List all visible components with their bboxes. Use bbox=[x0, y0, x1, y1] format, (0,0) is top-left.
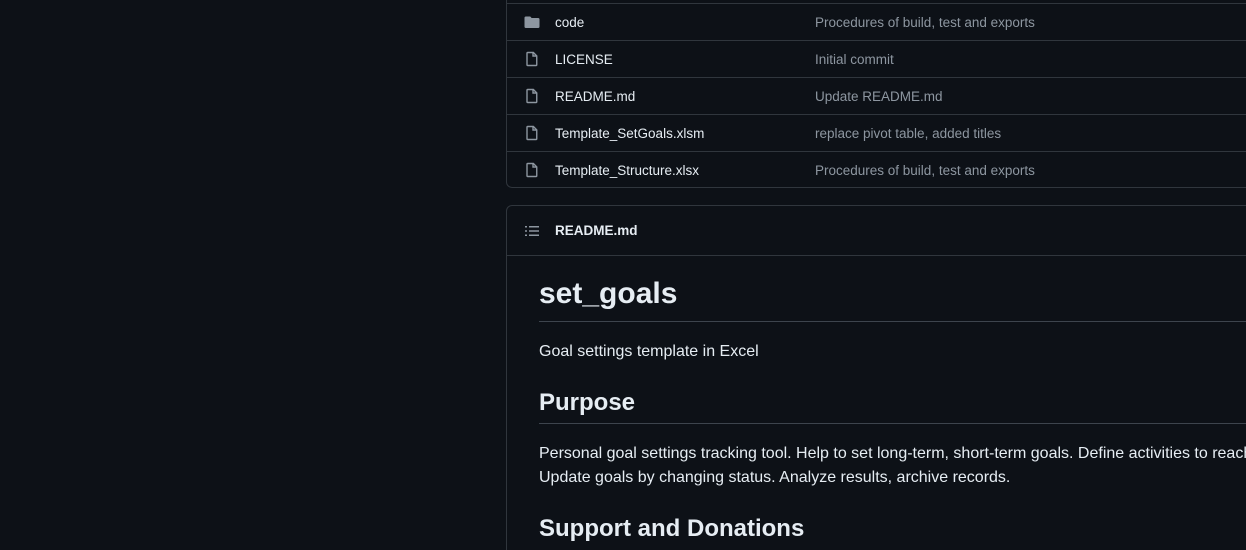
folder-icon bbox=[524, 14, 540, 30]
purpose-text-line2: Update goals by changing status. Analyze… bbox=[539, 469, 1011, 486]
page: code Procedures of build, test and expor… bbox=[0, 0, 1246, 550]
support-heading: Support and Donations bbox=[539, 515, 805, 542]
purpose-divider bbox=[539, 423, 1246, 424]
commit-message[interactable]: Update README.md bbox=[815, 89, 943, 104]
readme-subtitle: Goal settings template in Excel bbox=[539, 343, 759, 360]
commit-message[interactable]: replace pivot table, added titles bbox=[815, 126, 1001, 141]
purpose-text-line1: Personal goal settings tracking tool. He… bbox=[539, 445, 1246, 462]
file-name[interactable]: Template_Structure.xlsx bbox=[555, 163, 699, 178]
file-list: code Procedures of build, test and expor… bbox=[506, 0, 1246, 188]
commit-message[interactable]: Procedures of build, test and exports bbox=[815, 15, 1035, 30]
readme-header: README.md bbox=[507, 206, 1246, 256]
file-name[interactable]: README.md bbox=[555, 89, 635, 104]
file-icon bbox=[524, 88, 540, 104]
file-icon bbox=[524, 162, 540, 178]
purpose-heading: Purpose bbox=[539, 389, 636, 416]
readme-header-title[interactable]: README.md bbox=[555, 223, 638, 238]
file-row-readme[interactable]: README.md Update README.md bbox=[507, 77, 1246, 114]
file-icon bbox=[524, 125, 540, 141]
list-icon[interactable] bbox=[524, 223, 540, 239]
readme-panel: README.md set_goals Goal settings templa… bbox=[506, 205, 1246, 550]
file-name[interactable]: code bbox=[555, 15, 584, 30]
file-name[interactable]: LICENSE bbox=[555, 52, 613, 67]
readme-title: set_goals bbox=[539, 277, 678, 310]
commit-message[interactable]: Initial commit bbox=[815, 52, 894, 67]
commit-message[interactable]: Procedures of build, test and exports bbox=[815, 163, 1035, 178]
file-name[interactable]: Template_SetGoals.xlsm bbox=[555, 126, 704, 141]
file-row-template-structure[interactable]: Template_Structure.xlsx Procedures of bu… bbox=[507, 151, 1246, 187]
file-row-code[interactable]: code Procedures of build, test and expor… bbox=[507, 3, 1246, 40]
title-divider bbox=[539, 321, 1246, 322]
file-icon bbox=[524, 51, 540, 67]
file-row-template-setgoals[interactable]: Template_SetGoals.xlsm replace pivot tab… bbox=[507, 114, 1246, 151]
file-row-license[interactable]: LICENSE Initial commit bbox=[507, 40, 1246, 77]
